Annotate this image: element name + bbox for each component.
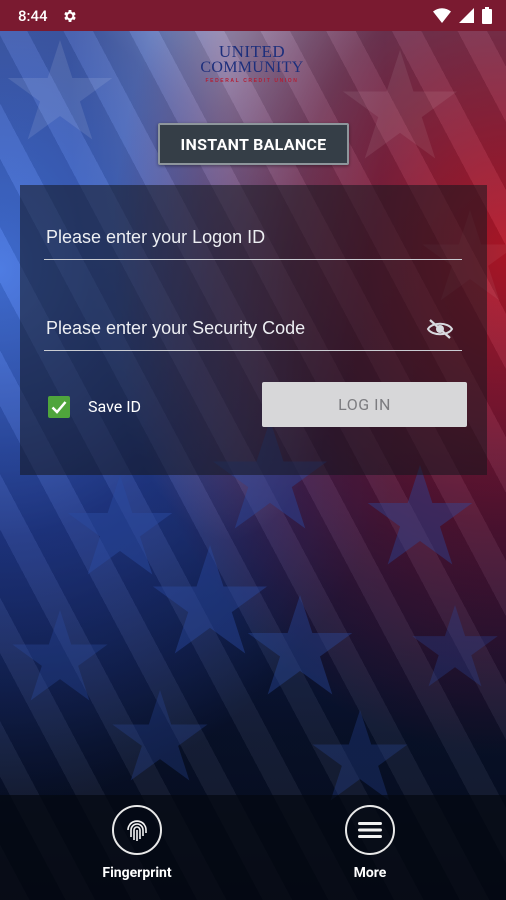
login-panel: Save ID LOG IN (20, 185, 487, 475)
fingerprint-button[interactable]: Fingerprint (77, 805, 197, 881)
security-code-field (44, 307, 462, 351)
checkmark-icon (51, 401, 67, 414)
security-code-input[interactable] (44, 307, 462, 350)
logo-line-united: UNITED (218, 42, 286, 61)
more-label: More (353, 865, 387, 881)
fingerprint-label: Fingerprint (102, 865, 172, 881)
status-bar: 8:44 (0, 0, 506, 31)
login-button[interactable]: LOG IN (262, 382, 467, 427)
logon-id-field (44, 216, 462, 260)
signal-icon (459, 8, 474, 23)
status-time: 8:44 (18, 6, 48, 25)
bottom-nav-bar: Fingerprint More (0, 795, 506, 900)
more-button[interactable]: More (310, 805, 430, 881)
logo-line-subtitle: FEDERAL CREDIT UNION (205, 78, 299, 84)
menu-icon (345, 805, 395, 855)
fingerprint-icon (112, 805, 162, 855)
settings-icon (62, 8, 78, 24)
battery-icon (482, 7, 492, 24)
hide-password-icon[interactable] (426, 317, 454, 341)
save-id-label: Save ID (88, 397, 142, 416)
logon-id-input[interactable] (44, 216, 462, 259)
instant-balance-button[interactable]: INSTANT BALANCE (158, 123, 349, 165)
save-id-checkbox[interactable] (48, 396, 70, 418)
logo-line-community: COMMUNITY (200, 59, 304, 76)
credit-union-logo: UNITED COMMUNITY FEDERAL CREDIT UNION (196, 42, 308, 84)
wifi-icon (433, 8, 451, 23)
